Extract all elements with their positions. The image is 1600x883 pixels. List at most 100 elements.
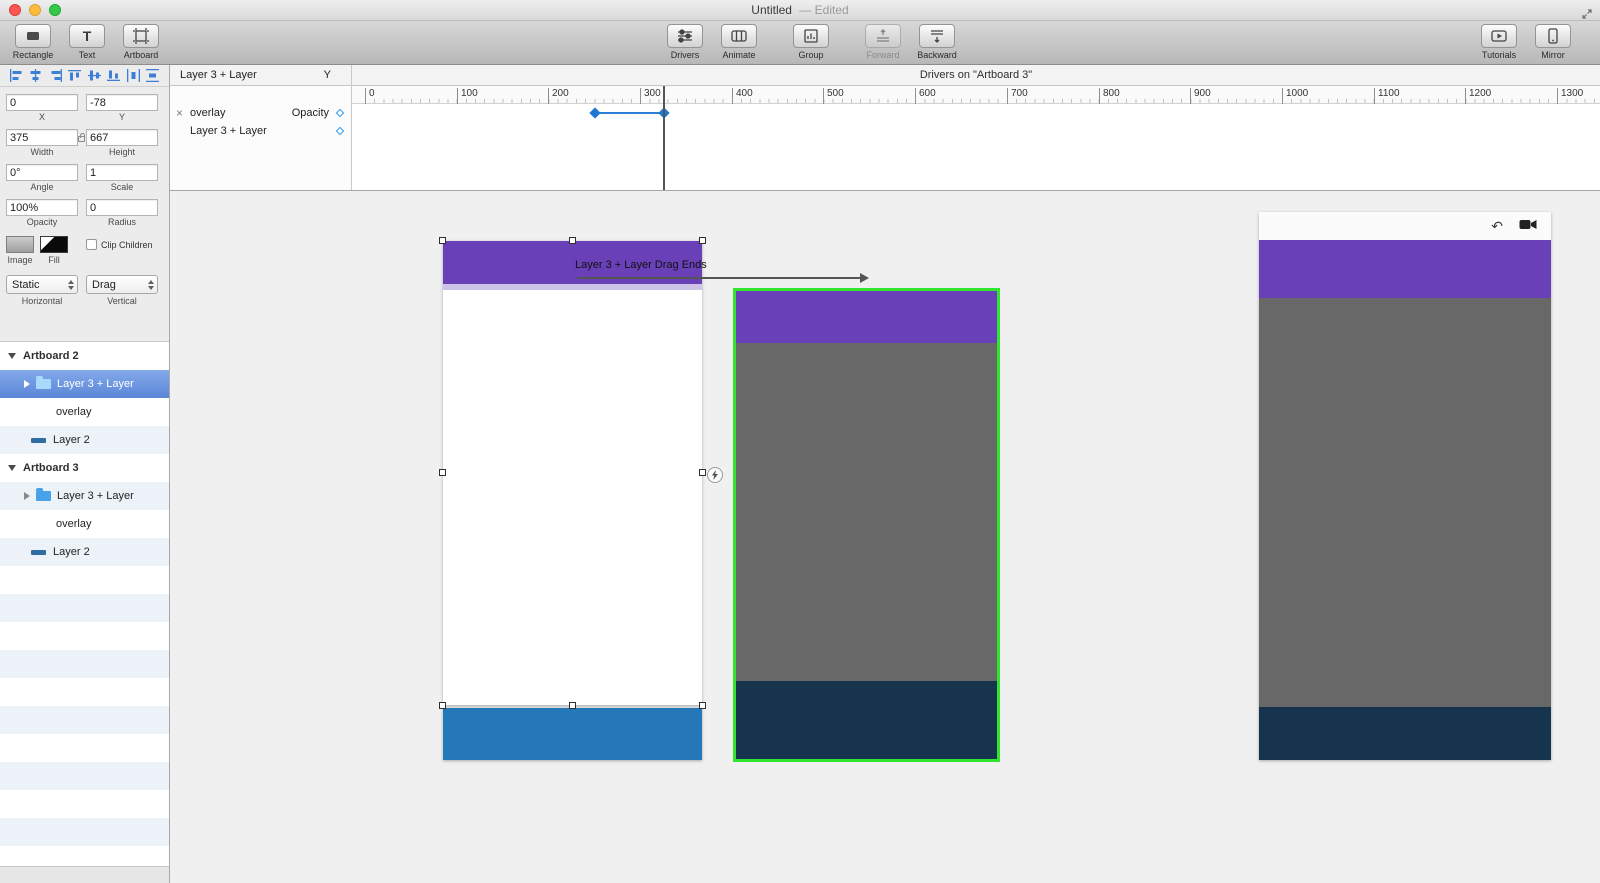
drag-transition-label: Layer 3 + Layer Drag Ends <box>575 259 707 271</box>
opacity-label: Opacity <box>26 217 58 227</box>
animate-button[interactable]: Animate <box>714 24 764 60</box>
add-keyframe-icon[interactable] <box>335 108 345 118</box>
artboard3-overlay-layer[interactable] <box>736 343 997 681</box>
minimize-button[interactable] <box>29 4 41 16</box>
distribute-horizontal-icon[interactable] <box>126 69 141 82</box>
radius-input[interactable] <box>86 199 158 216</box>
preview-footer-layer[interactable] <box>1259 707 1551 760</box>
resize-handle-sw[interactable] <box>439 702 446 709</box>
timeline-ruler[interactable]: 0 100 200 300 400 500 600 700 800 900 10… <box>352 86 1600 104</box>
align-top-icon[interactable] <box>67 69 82 82</box>
resize-handle-nw[interactable] <box>439 237 446 244</box>
horizontal-driver-select[interactable]: Static <box>6 275 78 294</box>
layer-row-layer3-layer-selected[interactable]: Layer 3 + Layer <box>0 370 169 398</box>
image-label: Image <box>7 255 33 265</box>
group-button[interactable]: Group <box>786 24 836 60</box>
align-bottom-icon[interactable] <box>106 69 121 82</box>
ruler-tick-label: 1000 <box>1282 88 1308 104</box>
touch-event-icon[interactable] <box>707 467 723 483</box>
layer-row-artboard-3[interactable]: Artboard 3 <box>0 454 169 482</box>
artboard2-footer-layer[interactable] <box>443 708 702 760</box>
layer-row-empty <box>0 650 169 678</box>
radius-label: Radius <box>107 217 136 227</box>
zoom-button[interactable] <box>49 4 61 16</box>
window-controls <box>9 4 61 16</box>
layers-list: Artboard 2 Layer 3 + Layer overlay Layer… <box>0 341 169 866</box>
ruler-tick-label: 700 <box>1007 88 1028 104</box>
preview-header-layer[interactable] <box>1259 240 1551 298</box>
resize-handle-se[interactable] <box>699 702 706 709</box>
distribute-vertical-icon[interactable] <box>145 69 160 82</box>
forward-button[interactable]: Forward <box>858 24 908 60</box>
preview-artboard[interactable]: ↶ <box>1259 212 1551 760</box>
layer-row-artboard-2[interactable]: Artboard 2 <box>0 342 169 370</box>
resize-handle-ne[interactable] <box>699 237 706 244</box>
mirror-button[interactable]: Mirror <box>1528 24 1578 60</box>
preview-overlay-layer[interactable] <box>1259 298 1551 707</box>
rectangle-icon <box>24 28 42 44</box>
opacity-input[interactable] <box>6 199 78 216</box>
keyframe-segment[interactable] <box>589 107 670 119</box>
layer-row-layer2[interactable]: Layer 2 <box>0 426 169 454</box>
layer-row-overlay[interactable]: overlay <box>0 510 169 538</box>
y-input[interactable] <box>86 94 158 111</box>
resize-handle-w[interactable] <box>439 469 446 476</box>
layer-row-overlay[interactable]: overlay <box>0 398 169 426</box>
resize-handle-n[interactable] <box>568 237 576 244</box>
resize-handle-s[interactable] <box>568 702 576 709</box>
keyframe-diamond[interactable] <box>589 107 601 119</box>
layer-row-layer3-layer[interactable]: Layer 3 + Layer <box>0 482 169 510</box>
mirror-icon <box>1544 27 1562 45</box>
canvas[interactable]: Layer 3 + Layer Drag Ends ↶ <box>170 191 1600 883</box>
ruler-tick-label: 800 <box>1099 88 1120 104</box>
vertical-driver-select[interactable]: Drag <box>86 275 158 294</box>
resize-handle-e[interactable] <box>699 469 706 476</box>
disclosure-down-icon[interactable] <box>8 465 16 471</box>
backward-button[interactable]: Backward <box>912 24 962 60</box>
scale-input[interactable] <box>86 164 158 181</box>
ruler-tick-label: 1100 <box>1374 88 1400 104</box>
titlebar: Untitled — Edited <box>0 0 1600 21</box>
add-keyframe-icon[interactable] <box>335 126 345 136</box>
align-right-icon[interactable] <box>48 69 63 82</box>
artboard-3-canvas-selected[interactable] <box>733 288 1000 762</box>
record-video-icon[interactable] <box>1519 219 1537 233</box>
playhead[interactable] <box>663 86 665 190</box>
rectangle-tool-button[interactable]: Rectangle <box>8 24 58 60</box>
fill-swatch[interactable] <box>40 236 68 253</box>
drivers-button[interactable]: Drivers <box>660 24 710 60</box>
ruler-tick-label: 300 <box>640 88 661 104</box>
artboard-2-canvas[interactable] <box>439 237 706 709</box>
disclosure-down-icon[interactable] <box>8 353 16 359</box>
timeline-row-layer3-layer[interactable]: Layer 3 + Layer <box>170 122 351 140</box>
artboard2-header-strip[interactable] <box>443 284 702 290</box>
undo-icon[interactable]: ↶ <box>1491 219 1503 233</box>
x-input[interactable] <box>6 94 78 111</box>
align-left-icon[interactable] <box>9 69 24 82</box>
disclosure-right-icon[interactable] <box>24 380 30 388</box>
tutorials-button[interactable]: Tutorials <box>1474 24 1524 60</box>
clip-children-checkbox[interactable] <box>86 239 97 250</box>
ruler-tick-label: 1300 <box>1557 88 1583 104</box>
width-input[interactable] <box>6 129 78 146</box>
remove-driver-icon[interactable]: × <box>176 106 186 120</box>
height-input[interactable] <box>86 129 158 146</box>
artboard3-footer-layer[interactable] <box>736 681 997 759</box>
text-tool-button[interactable]: T Text <box>62 24 112 60</box>
aspect-lock-icon[interactable] <box>78 133 85 142</box>
layer-row-layer2[interactable]: Layer 2 <box>0 538 169 566</box>
align-center-horizontal-icon[interactable] <box>28 69 43 82</box>
artboard-tool-button[interactable]: Artboard <box>116 24 166 60</box>
layer-row-empty <box>0 790 169 818</box>
image-swatch[interactable] <box>6 236 34 253</box>
drivers-icon <box>676 27 694 45</box>
timeline-row-overlay[interactable]: × overlay Opacity <box>170 104 351 122</box>
folder-icon <box>36 376 51 389</box>
artboard3-header-layer[interactable] <box>736 291 997 343</box>
align-middle-vertical-icon[interactable] <box>87 69 102 82</box>
layer-row-empty <box>0 762 169 790</box>
angle-input[interactable] <box>6 164 78 181</box>
disclosure-right-icon[interactable] <box>24 492 30 500</box>
ruler-tick-label: 200 <box>548 88 569 104</box>
close-button[interactable] <box>9 4 21 16</box>
